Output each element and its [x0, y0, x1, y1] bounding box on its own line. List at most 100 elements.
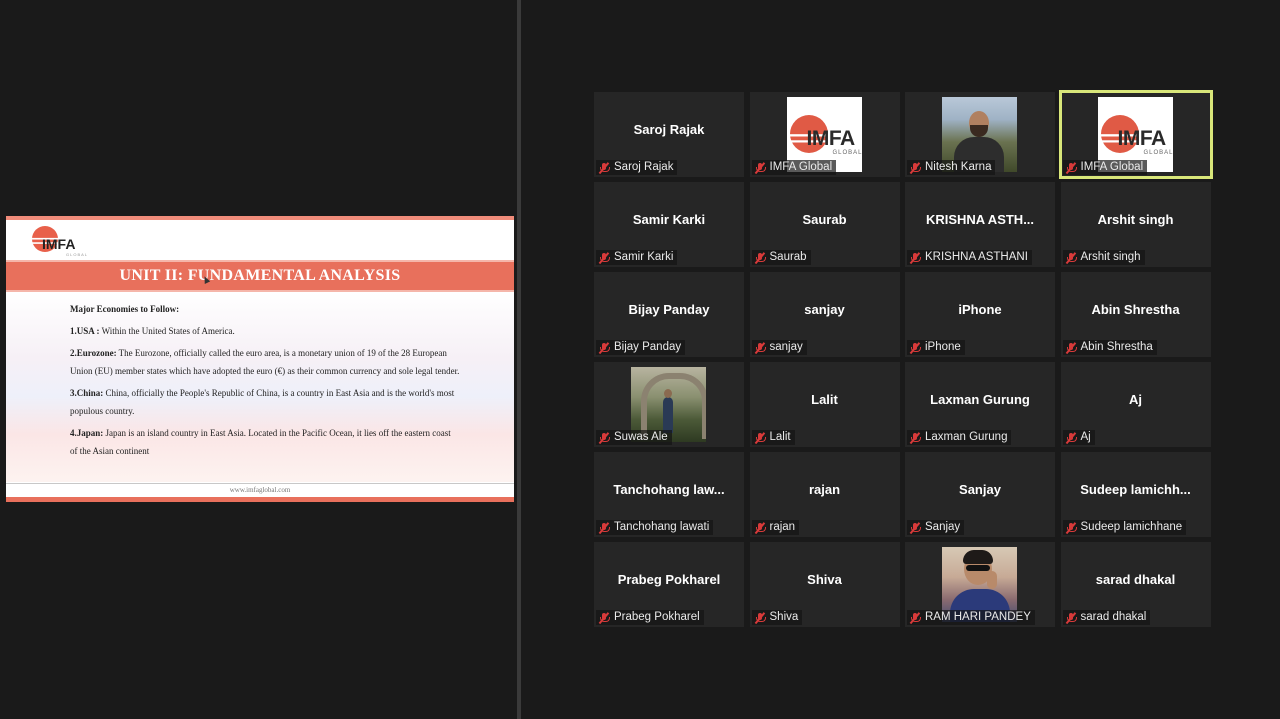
participant-name: rajan — [769, 521, 796, 533]
person-shape — [963, 550, 993, 564]
slide-title-bar: UNIT II: FUNDAMENTAL ANALYSIS — [6, 260, 514, 292]
shared-screen-slide: IMFA GLOBAL UNIT II: FUNDAMENTAL ANALYSI… — [6, 216, 514, 502]
slide-point: 1.USA : Within the United States of Amer… — [70, 322, 460, 340]
person-shape — [970, 125, 988, 137]
participant-display-name: Bijay Panday — [628, 302, 710, 317]
participant-display-name: Saroj Rajak — [633, 122, 705, 137]
participant-tile[interactable]: KRISHNA ASTH... KRISHNA ASTHANI — [905, 182, 1055, 267]
person-shape — [987, 571, 997, 589]
mic-muted-icon — [754, 611, 766, 624]
slide-point: 4.Japan: Japan is an island country in E… — [70, 424, 460, 460]
participant-name-label: IMFA Global — [751, 160, 837, 175]
slide-heading: Major Economies to Follow: — [70, 304, 180, 314]
participant-tile[interactable]: RAM HARI PANDEY — [905, 542, 1055, 627]
glasses-icon — [966, 565, 990, 571]
participant-display-name: Saurab — [802, 212, 847, 227]
point-text: The Eurozone, officially called the euro… — [70, 348, 460, 376]
participant-tile[interactable]: iPhone iPhone — [905, 272, 1055, 357]
participant-name: Saroj Rajak — [614, 161, 674, 173]
participant-name: Arshit singh — [1080, 251, 1141, 263]
logo-text: IMFA — [806, 127, 856, 150]
participant-tile[interactable]: Saurab Saurab — [749, 182, 900, 267]
slide-content: Major Economies to Follow: 1.USA : Withi… — [70, 300, 460, 464]
slide-footer: www.imfaglobal.com — [229, 486, 291, 494]
participant-display-name: Tanchohang law... — [613, 482, 725, 497]
participant-tile[interactable]: Prabeg Pokharel Prabeg Pokharel — [594, 542, 744, 627]
point-label: 1.USA : — [70, 326, 100, 336]
mic-muted-icon — [909, 161, 921, 174]
slide-title: UNIT II: FUNDAMENTAL ANALYSIS — [119, 267, 401, 284]
participant-display-name: sarad dhakal — [1095, 572, 1176, 587]
participant-display-name: KRISHNA ASTH... — [925, 212, 1035, 227]
participant-tile[interactable]: Arshit singh Arshit singh — [1060, 182, 1211, 267]
participant-name-label: Laxman Gurung — [907, 430, 1012, 445]
participant-tile[interactable]: Aj Aj — [1060, 362, 1211, 447]
person-shape — [664, 389, 672, 398]
participant-tile[interactable]: Samir Karki Samir Karki — [594, 182, 744, 267]
participant-name-label: Saroj Rajak — [596, 160, 678, 175]
participant-name: Sanjay — [925, 521, 961, 533]
logo-subtext: GLOBAL — [832, 150, 863, 156]
participant-name-label: IMFA Global — [1062, 160, 1148, 175]
mic-muted-icon — [754, 431, 766, 444]
mic-muted-icon — [1065, 611, 1077, 624]
mic-muted-icon — [598, 521, 610, 534]
point-text: Japan is an island country in East Asia.… — [70, 428, 451, 456]
participant-tile[interactable]: Suwas Ale — [594, 362, 744, 447]
participant-name-label: sanjay — [751, 340, 807, 355]
mic-muted-icon — [909, 431, 921, 444]
participant-tile[interactable]: Sudeep lamichh... Sudeep lamichhane — [1060, 452, 1211, 537]
participant-name-label: Shiva — [751, 610, 803, 625]
mic-muted-icon — [1065, 341, 1077, 354]
point-text: Within the United States of America. — [99, 326, 235, 336]
mic-muted-icon — [754, 521, 766, 534]
screen-share-divider[interactable] — [517, 0, 521, 719]
mic-muted-icon — [598, 431, 610, 444]
participant-name: Saurab — [769, 251, 807, 263]
participant-display-name: Lalit — [811, 392, 838, 407]
participant-name-label: Sanjay — [907, 520, 965, 535]
participant-tile[interactable]: Sanjay Sanjay — [905, 452, 1055, 537]
participant-name-label: Arshit singh — [1062, 250, 1145, 265]
participant-tile[interactable]: Abin Shrestha Abin Shrestha — [1060, 272, 1211, 357]
slide-bottom-strip — [6, 497, 514, 502]
participant-name: Shiva — [769, 611, 799, 623]
participant-tile[interactable]: Lalit Lalit — [749, 362, 900, 447]
participant-name-label: Suwas Ale — [596, 430, 672, 445]
participant-tile[interactable]: sarad dhakal sarad dhakal — [1060, 542, 1211, 627]
participant-name-label: Abin Shrestha — [1062, 340, 1157, 355]
participant-tile[interactable]: Laxman Gurung Laxman Gurung — [905, 362, 1055, 447]
participant-name: iPhone — [925, 341, 961, 353]
participant-tile[interactable]: Shiva Shiva — [749, 542, 900, 627]
participant-tile[interactable]: Tanchohang law... Tanchohang lawati — [594, 452, 744, 537]
participant-tile[interactable]: IMFA GLOBAL IMFA Global — [749, 92, 900, 177]
participant-tile[interactable]: Saroj Rajak Saroj Rajak — [594, 92, 744, 177]
participant-name: Aj — [1080, 431, 1091, 443]
participant-name-label: Prabeg Pokharel — [596, 610, 704, 625]
imfa-logo: IMFA GLOBAL — [30, 226, 90, 262]
mic-muted-icon — [1065, 431, 1077, 444]
participant-tile[interactable]: Nitesh Karna — [905, 92, 1055, 177]
participant-gallery: Saroj Rajak Saroj Rajak IMFA GLOBAL IMFA Glo… — [594, 90, 1213, 627]
participant-display-name: iPhone — [958, 302, 1002, 317]
participant-display-name: Arshit singh — [1097, 212, 1174, 227]
participant-name: KRISHNA ASTHANI — [925, 251, 1028, 263]
participant-display-name: Samir Karki — [632, 212, 706, 227]
participant-tile[interactable]: IMFA GLOBAL IMFA Global — [1058, 90, 1213, 179]
point-label: 4.Japan: — [70, 428, 104, 438]
participant-display-name: Sudeep lamichh... — [1080, 482, 1191, 497]
mic-muted-icon — [1065, 521, 1077, 534]
participant-name: Suwas Ale — [614, 431, 668, 443]
participant-tile[interactable]: Bijay Panday Bijay Panday — [594, 272, 744, 357]
participant-name: Tanchohang lawati — [614, 521, 710, 533]
mic-muted-icon — [1065, 251, 1077, 264]
participant-name: Lalit — [769, 431, 791, 443]
participant-tile[interactable]: sanjay sanjay — [749, 272, 900, 357]
point-text: China, officially the People's Republic … — [70, 388, 455, 416]
person-shape — [663, 397, 673, 433]
participant-name: Laxman Gurung — [925, 431, 1008, 443]
participant-display-name: Laxman Gurung — [930, 392, 1030, 407]
participant-name: Sudeep lamichhane — [1080, 521, 1183, 533]
participant-tile[interactable]: rajan rajan — [749, 452, 900, 537]
participant-name-label: Bijay Panday — [596, 340, 686, 355]
